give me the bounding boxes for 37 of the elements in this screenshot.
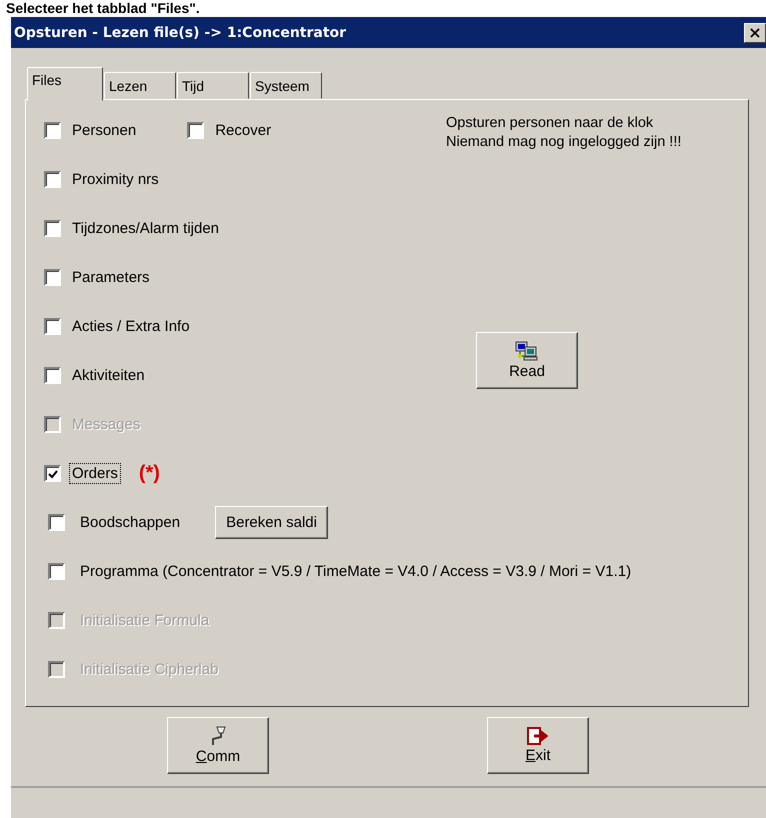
checkbox[interactable]: [187, 122, 204, 139]
checkbox-label[interactable]: Personen: [69, 120, 140, 141]
exit-icon: [527, 727, 549, 745]
tab[interactable]: Systeem: [250, 72, 322, 99]
comm-button[interactable]: Comm: [167, 717, 269, 774]
tab[interactable]: Lezen: [104, 72, 176, 99]
checkmark-icon: [48, 468, 58, 478]
calculate-balances-button[interactable]: Bereken saldi: [215, 506, 328, 539]
checkbox[interactable]: [44, 318, 61, 335]
checkbox-label[interactable]: Acties / Extra Info: [69, 316, 193, 337]
computers-icon: [515, 341, 539, 361]
checkbox[interactable]: [48, 514, 65, 531]
checkbox[interactable]: [44, 122, 61, 139]
read-button[interactable]: Read: [476, 332, 578, 389]
info-text: Opsturen personen naar de klok Niemand mag nog ingelogged zijn !!!: [446, 114, 682, 152]
close-button[interactable]: ×: [744, 22, 766, 42]
checkbox[interactable]: [48, 563, 65, 580]
checkbox[interactable]: [44, 269, 61, 286]
checkbox-label[interactable]: Recover: [212, 120, 274, 141]
exit-button[interactable]: Exit: [487, 717, 589, 774]
caption-text: Selecteer het tabblad "Files".: [5, 0, 201, 17]
checkbox[interactable]: [44, 220, 61, 237]
checkbox[interactable]: [44, 171, 61, 188]
checkbox-label[interactable]: Proximity nrs: [69, 169, 162, 190]
checkbox-label[interactable]: Programma (Concentrator = V5.9 / TimeMate = V4.0 / Access = V3.9 / Mori = V1.1): [77, 561, 634, 582]
tab[interactable]: Files: [27, 67, 103, 101]
note-marker: (*): [138, 462, 160, 485]
checkbox-label[interactable]: Aktiviteiten: [69, 365, 148, 386]
window-title: Opsturen - Lezen file(s) -> 1:Concentrator: [14, 24, 346, 40]
checkbox[interactable]: [44, 367, 61, 384]
checkbox-label[interactable]: Tijdzones/Alarm tijden: [69, 218, 222, 239]
tab[interactable]: Tijd: [177, 72, 249, 99]
plug-icon: [209, 726, 227, 746]
checkbox-label[interactable]: Parameters: [69, 267, 153, 288]
checkbox[interactable]: [44, 465, 61, 482]
checkbox-label[interactable]: Orders: [69, 463, 121, 484]
checkbox-label[interactable]: Boodschappen: [77, 512, 184, 533]
